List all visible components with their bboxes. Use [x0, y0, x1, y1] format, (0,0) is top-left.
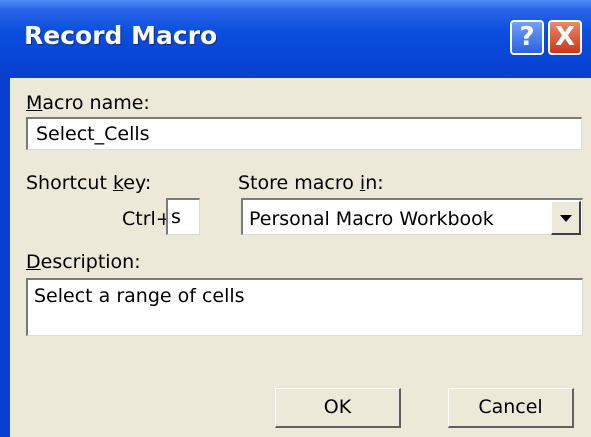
store-macro-selected: Personal Macro Workbook	[249, 208, 494, 230]
dialog-title: Record Macro	[24, 21, 218, 50]
shortcut-key-value: s	[171, 206, 181, 228]
dialog-body: Macro name: Select_Cells Shortcut key: C…	[10, 78, 591, 437]
dropdown-arrow-button[interactable]	[551, 201, 581, 235]
description-label: Description:	[26, 251, 141, 273]
macro-name-label: Macro name:	[26, 92, 150, 114]
record-macro-dialog: Record Macro ? X Macro name: Select_Cell…	[0, 0, 591, 437]
close-icon: X	[554, 22, 576, 52]
help-icon: ?	[519, 22, 535, 52]
store-macro-dropdown[interactable]: Personal Macro Workbook	[241, 198, 583, 235]
title-bar[interactable]: Record Macro ? X	[0, 0, 591, 78]
cancel-button[interactable]: Cancel	[448, 388, 574, 428]
macro-name-input[interactable]: Select_Cells	[26, 117, 582, 150]
store-macro-label: Store macro in:	[238, 172, 384, 194]
ok-button[interactable]: OK	[275, 388, 401, 428]
macro-name-value: Select_Cells	[36, 123, 150, 145]
chevron-down-icon	[560, 215, 572, 222]
shortcut-key-input[interactable]: s	[166, 198, 200, 235]
shortcut-key-label: Shortcut key:	[26, 172, 152, 194]
description-textarea[interactable]: Select a range of cells	[26, 278, 583, 336]
close-button[interactable]: X	[548, 20, 582, 55]
description-value: Select a range of cells	[34, 285, 245, 307]
help-button[interactable]: ?	[510, 20, 544, 55]
ctrl-prefix-label: Ctrl+	[122, 208, 172, 230]
